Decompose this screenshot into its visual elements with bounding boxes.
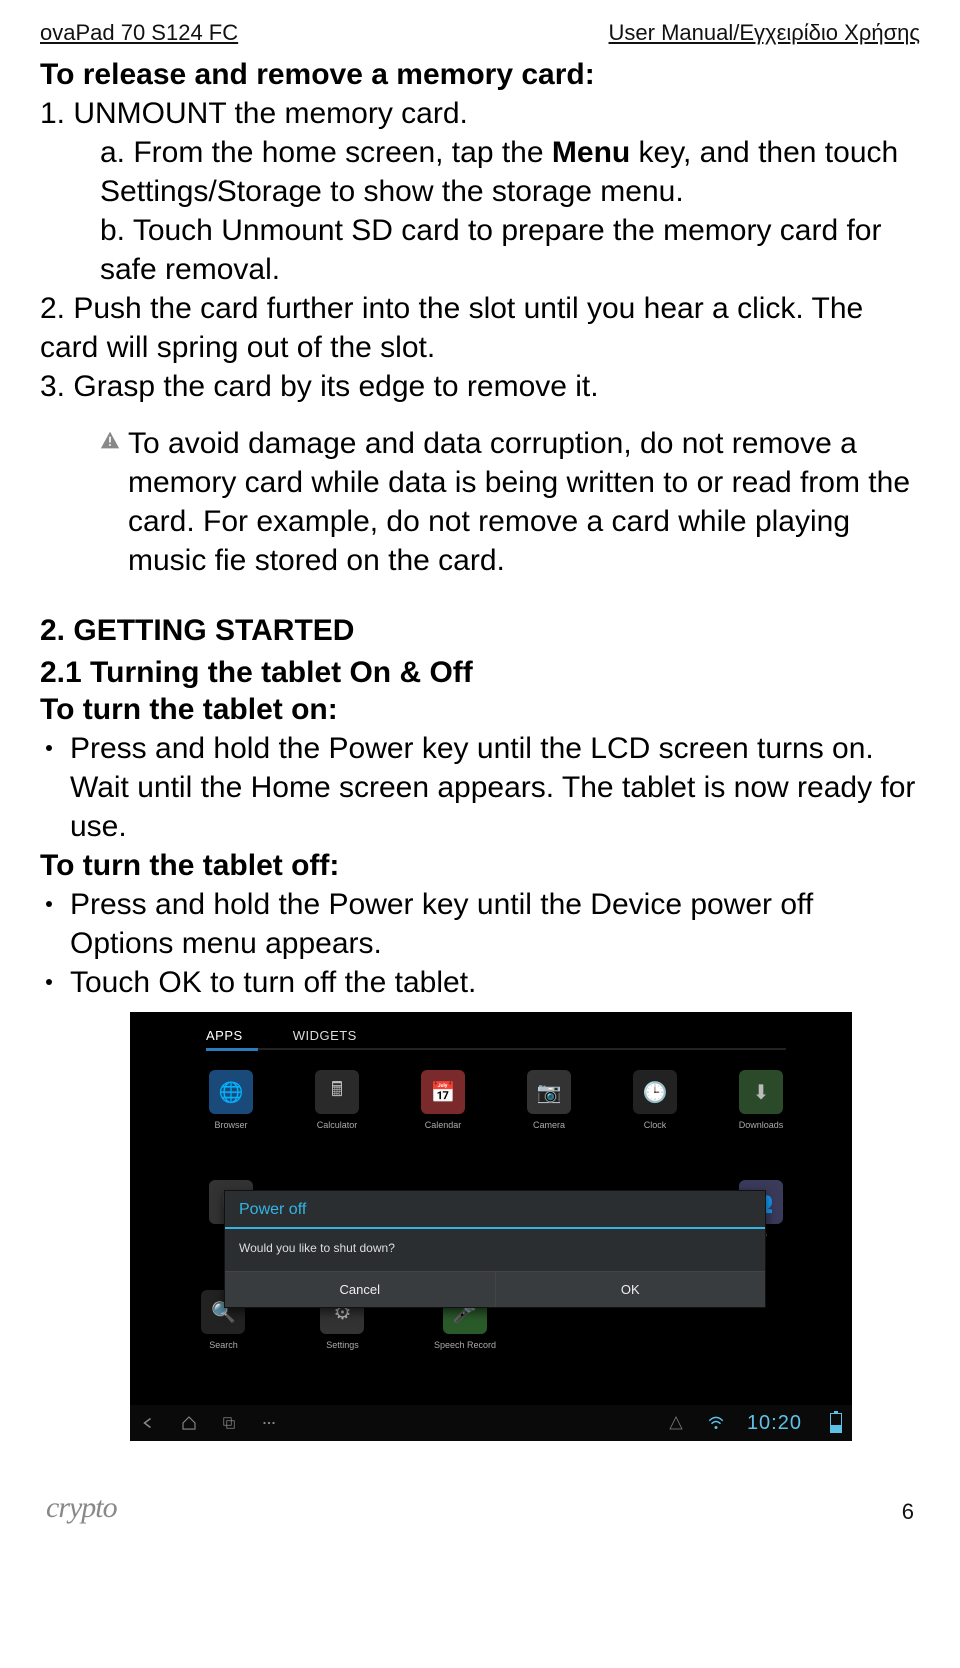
- tab-underline-active: [206, 1048, 258, 1051]
- app-calendar[interactable]: 📅 Calendar: [408, 1070, 478, 1130]
- download-icon: ⬇: [739, 1070, 783, 1114]
- warning-icon: [100, 430, 120, 450]
- bullet-icon: [46, 745, 52, 751]
- page-number: 6: [902, 1499, 914, 1525]
- globe-icon: 🌐: [209, 1070, 253, 1114]
- turn-off-bullet-1: Press and hold the Power key until the D…: [70, 885, 920, 963]
- calendar-icon: 📅: [421, 1070, 465, 1114]
- apps-row-1: 🌐 Browser 🖩 Calculator 📅 Calendar 📷 Camera 🕒 Cloc…: [196, 1070, 796, 1130]
- bullet-icon: [46, 901, 52, 907]
- release-title: To release and remove a memory card:: [40, 58, 920, 92]
- battery-icon: [830, 1413, 842, 1433]
- app-label: Search: [196, 1340, 251, 1350]
- app-downloads[interactable]: ⬇ Downloads: [726, 1070, 796, 1130]
- step-1a-pre: a. From the home screen, tap the: [100, 136, 552, 169]
- android-screenshot: APPS WIDGETS 🌐 Browser 🖩 Calculator 📅 Calenda…: [130, 1012, 852, 1441]
- step-1b: b. Touch Unmount SD card to prepare the …: [100, 211, 920, 289]
- app-label: Browser: [196, 1120, 266, 1130]
- app-label: Speech Record: [434, 1340, 496, 1350]
- clock-display: 10:20: [747, 1412, 802, 1435]
- clock-icon: 🕒: [633, 1070, 677, 1114]
- step-1: 1. UNMOUNT the memory card.: [40, 94, 920, 133]
- sub-21: 2.1 Turning the tablet On & Off: [40, 656, 920, 690]
- app-label: Calculator: [302, 1120, 372, 1130]
- wifi-icon: [707, 1414, 725, 1432]
- calculator-icon: 🖩: [315, 1070, 359, 1114]
- turn-on-title: To turn the tablet on:: [40, 690, 920, 729]
- dialog-title: Power off: [225, 1191, 765, 1229]
- turn-off-bullet-2: Touch OK to turn off the tablet.: [70, 963, 476, 1002]
- cancel-button[interactable]: Cancel: [225, 1272, 496, 1307]
- turn-on-bullet: Press and hold the Power key until the L…: [70, 729, 920, 846]
- camera-icon: 📷: [527, 1070, 571, 1114]
- notification-icon[interactable]: [667, 1414, 685, 1432]
- app-label: Camera: [514, 1120, 584, 1130]
- recents-icon[interactable]: [220, 1414, 238, 1432]
- step-1a: a. From the home screen, tap the Menu ke…: [100, 133, 920, 211]
- app-browser[interactable]: 🌐 Browser: [196, 1070, 266, 1130]
- getting-started-title: 2. GETTING STARTED: [40, 614, 920, 648]
- app-label: Downloads: [726, 1120, 796, 1130]
- tab-apps[interactable]: APPS: [206, 1028, 243, 1043]
- step-2: 2. Push the card further into the slot u…: [40, 289, 920, 367]
- bullet-icon: [46, 979, 52, 985]
- home-icon[interactable]: [180, 1414, 198, 1432]
- header-left: ovaPad 70 S124 FC: [40, 20, 238, 46]
- power-off-dialog: Power off Would you like to shut down? C…: [224, 1190, 766, 1308]
- step-3: 3. Grasp the card by its edge to remove …: [40, 367, 920, 406]
- system-bar: 10:20: [130, 1405, 852, 1441]
- footer-logo: crypto: [46, 1491, 117, 1525]
- back-icon[interactable]: [140, 1414, 158, 1432]
- menu-icon[interactable]: [260, 1414, 278, 1432]
- app-label: Settings: [315, 1340, 370, 1350]
- step-1a-menu: Menu: [552, 136, 630, 169]
- app-clock[interactable]: 🕒 Clock: [620, 1070, 690, 1130]
- dialog-message: Would you like to shut down?: [225, 1229, 765, 1271]
- app-calculator[interactable]: 🖩 Calculator: [302, 1070, 372, 1130]
- turn-off-title: To turn the tablet off:: [40, 846, 920, 885]
- tab-widgets[interactable]: WIDGETS: [293, 1028, 357, 1043]
- tab-underline: [206, 1048, 786, 1050]
- app-label: Calendar: [408, 1120, 478, 1130]
- ok-button[interactable]: OK: [496, 1272, 766, 1307]
- app-label: Clock: [620, 1120, 690, 1130]
- app-camera[interactable]: 📷 Camera: [514, 1070, 584, 1130]
- warning-text: To avoid damage and data corruption, do …: [128, 424, 920, 580]
- header-right: User Manual/Εγχειρίδιο Χρήσης: [609, 20, 920, 46]
